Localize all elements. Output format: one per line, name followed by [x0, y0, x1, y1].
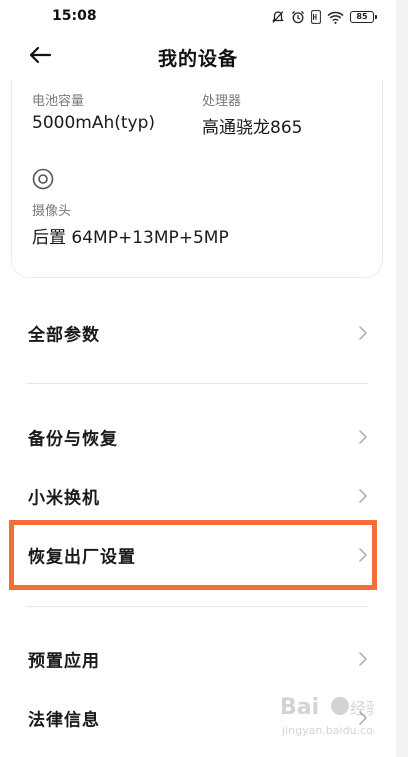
menu-item-factory-reset[interactable]: 恢复出厂设置	[12, 526, 384, 584]
status-time: 15:08	[52, 8, 97, 24]
menu-item-label: 法律信息	[28, 710, 100, 731]
status-icons: 85	[271, 8, 377, 26]
svg-text:Bai: Bai	[280, 695, 319, 720]
divider	[26, 606, 368, 607]
divider	[26, 383, 368, 384]
spec-processor: 处理器 高通骁龙865	[202, 90, 302, 138]
alarm-icon	[291, 10, 305, 24]
battery-value: 5000mAh(typ)	[32, 113, 156, 133]
menu-item-label: 全部参数	[28, 325, 100, 346]
screen-edge	[396, 0, 408, 757]
menu-item-mi-mover[interactable]: 小米换机	[12, 467, 384, 525]
spec-camera: 摄像头 后置 64MP+13MP+5MP	[32, 200, 229, 248]
page-title: 我的设备	[157, 48, 238, 70]
title-bar: 我的设备	[0, 34, 396, 80]
status-bar: 15:08 85	[0, 0, 396, 34]
menu-item-label: 预置应用	[28, 651, 100, 672]
chevron-right-icon	[358, 325, 368, 341]
menu-item-preinstalled-apps[interactable]: 预置应用	[12, 630, 384, 688]
menu-item-all-params[interactable]: 全部参数	[12, 304, 384, 362]
camera-lens-icon	[32, 168, 54, 194]
hd-icon	[311, 10, 321, 24]
menu-item-label: 恢复出厂设置	[28, 547, 136, 568]
watermark-logo: Bai 经验 jingyan.baidu.com	[278, 690, 384, 746]
processor-value: 高通骁龙865	[202, 118, 303, 138]
screen: 15:08 85 我的设备 电池容量 5000mAh(typ) 处理器 高通骁龙…	[0, 0, 396, 757]
battery-icon: 85	[350, 11, 377, 23]
spec-battery: 电池容量 5000mAh(typ)	[32, 90, 155, 133]
chevron-right-icon	[358, 651, 368, 667]
svg-text:jingyan.baidu.com: jingyan.baidu.com	[281, 724, 374, 737]
notification-off-icon	[271, 10, 285, 24]
battery-label: 电池容量	[32, 94, 85, 109]
chevron-right-icon	[358, 488, 368, 504]
menu-item-label: 备份与恢复	[28, 429, 118, 450]
processor-label: 处理器	[202, 94, 242, 109]
camera-label: 摄像头	[32, 204, 72, 219]
chevron-right-icon	[358, 429, 368, 445]
wifi-icon	[327, 11, 344, 24]
spec-card: 电池容量 5000mAh(typ) 处理器 高通骁龙865 摄像头 后置 64M…	[11, 80, 383, 278]
menu-item-backup-restore[interactable]: 备份与恢复	[12, 408, 384, 466]
chevron-right-icon	[358, 547, 368, 563]
svg-text:经验: 经验	[350, 699, 374, 718]
menu-item-label: 小米换机	[28, 488, 100, 509]
camera-value: 后置 64MP+13MP+5MP	[32, 228, 229, 248]
